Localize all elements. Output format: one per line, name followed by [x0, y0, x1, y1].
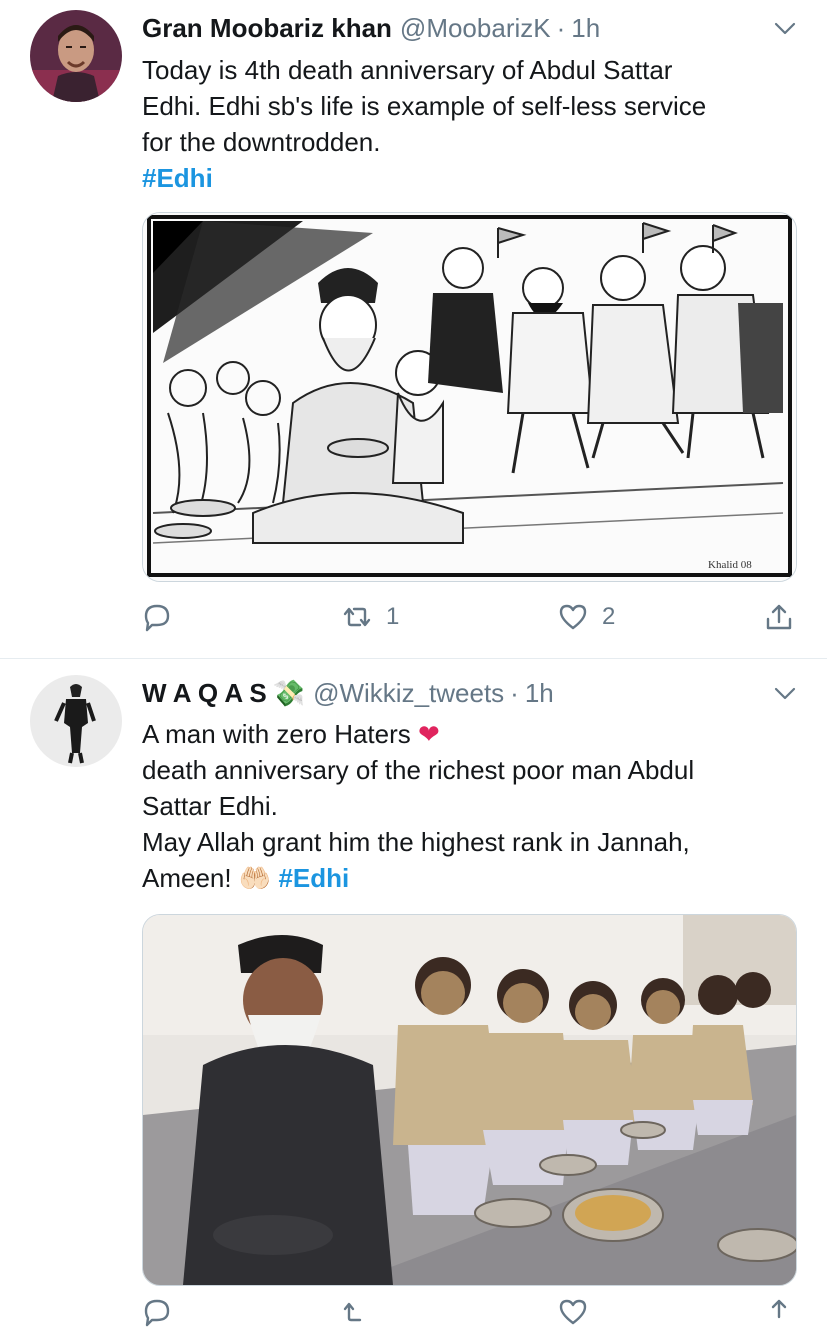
reply-icon — [144, 1299, 170, 1327]
reply-icon — [144, 604, 170, 632]
tweet-media-cartoon[interactable]: Khalid 08 — [142, 212, 797, 582]
user-handle[interactable]: @Wikkiz_tweets — [313, 678, 504, 709]
retweet-icon — [343, 607, 371, 627]
retweet-icon — [343, 1302, 362, 1322]
reply-button[interactable] — [142, 602, 172, 632]
reply-button[interactable] — [142, 1297, 172, 1327]
tweet-text-line: Today is 4th death anniversary of Abdul … — [142, 55, 673, 85]
avatar-image — [30, 675, 122, 767]
tweet-text-line: for the downtrodden. — [142, 127, 381, 157]
share-icon — [771, 1299, 787, 1319]
chevron-down-icon[interactable] — [773, 681, 797, 705]
tweet-text-segment: A man with zero Haters — [142, 719, 411, 749]
like-count: 2 — [602, 603, 616, 630]
share-icon — [766, 604, 792, 630]
display-name[interactable]: W A Q A S — [142, 678, 267, 709]
tweet-text-line: A man with zero Haters ❤ — [142, 716, 802, 752]
cartoon-signature: Khalid 08 — [708, 559, 752, 571]
tweet-text-line: death anniversary of the richest poor ma… — [142, 755, 695, 785]
photo-image — [143, 915, 796, 1285]
hashtag-link[interactable]: #Edhi — [278, 863, 349, 893]
avatar[interactable] — [30, 10, 122, 102]
tweet-2[interactable]: W A Q A S 💸 @Wikkiz_tweets · 1h A man wi… — [0, 659, 827, 1327]
tweet-header: Gran Moobariz khan @MoobarizK · 1h — [142, 10, 767, 46]
tweet-media-photo[interactable] — [142, 914, 797, 1286]
tweet-text-line: Ameen! 🤲🏻 #Edhi — [142, 860, 802, 896]
tweet-header: W A Q A S 💸 @Wikkiz_tweets · 1h — [142, 675, 767, 711]
share-button[interactable] — [764, 1297, 794, 1327]
tweet-1[interactable]: Gran Moobariz khan @MoobarizK · 1h Today… — [0, 0, 827, 658]
share-button[interactable] — [764, 602, 794, 632]
tweet-text-line: Sattar Edhi. — [142, 791, 278, 821]
retweet-button[interactable] — [342, 1297, 372, 1327]
timestamp[interactable]: 1h — [525, 678, 554, 709]
display-name[interactable]: Gran Moobariz khan — [142, 13, 392, 44]
chevron-down-icon[interactable] — [773, 16, 797, 40]
heart-emoji: ❤ — [418, 719, 440, 749]
user-handle[interactable]: @MoobarizK — [400, 13, 551, 44]
tweet-actions: 1 2 — [142, 602, 802, 642]
tweet-text-segment: Ameen! — [142, 863, 232, 893]
separator-dot: · — [556, 12, 566, 43]
tweet-text: Today is 4th death anniversary of Abdul … — [142, 52, 802, 196]
like-button[interactable]: 2 — [558, 602, 615, 632]
like-icon — [559, 604, 587, 630]
avatar-image — [30, 10, 122, 102]
praying-hands-emoji: 🤲🏻 — [238, 863, 272, 893]
separator-dot: · — [510, 677, 519, 708]
cartoon-image: Khalid 08 — [143, 213, 796, 581]
tweet-text-line: Edhi. Edhi sb's life is example of self-… — [142, 91, 707, 121]
money-emoji: 💸 — [272, 677, 306, 708]
tweet-text-line: May Allah grant him the highest rank in … — [142, 827, 690, 857]
tweet-text: A man with zero Haters ❤ death anniversa… — [142, 716, 802, 896]
retweet-button[interactable]: 1 — [342, 602, 399, 632]
avatar[interactable] — [30, 675, 122, 767]
hashtag-link[interactable]: #Edhi — [142, 160, 802, 196]
like-button[interactable] — [558, 1297, 588, 1327]
like-icon — [559, 1299, 587, 1325]
timestamp[interactable]: 1h — [571, 13, 600, 44]
retweet-count: 1 — [386, 603, 400, 630]
tweet-actions — [142, 1297, 802, 1337]
